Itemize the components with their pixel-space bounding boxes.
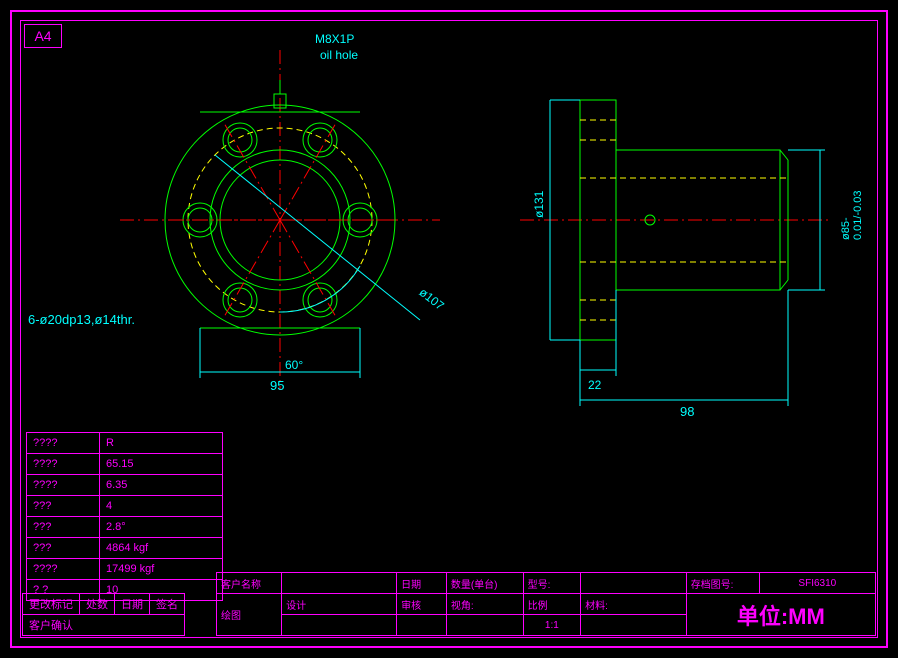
dim-85: ø85-0.01/-0.03	[840, 182, 864, 240]
sheet-size: A4	[34, 28, 51, 44]
dim-22: 22	[588, 378, 601, 392]
spec-value: 65.15	[100, 454, 223, 475]
tb-scale: 比例	[523, 594, 581, 615]
spec-value: 2.8°	[100, 517, 223, 538]
spec-value: 4864 kgf	[100, 538, 223, 559]
tb-material: 材料:	[581, 594, 687, 615]
tb-archive: 存档图号:	[686, 573, 759, 594]
spec-table: ????R????65.15????6.35???4???2.8°???4864…	[26, 432, 223, 601]
changes-table: 更改标记 处数 日期 签名 客户确认	[22, 593, 185, 636]
tb-date: 日期	[397, 573, 447, 594]
spec-value: 17499 kgf	[100, 559, 223, 580]
spec-label: ????	[27, 475, 100, 496]
tb-review: 审核	[397, 594, 447, 615]
tb-archive-val: SFI6310	[759, 573, 875, 594]
change-sign: 签名	[150, 594, 185, 615]
holes-note: 6-ø20dp13,ø14thr.	[28, 312, 135, 327]
customer-confirm: 客户确认	[23, 615, 185, 636]
oil-hole-label: oil hole	[320, 48, 358, 62]
dim-95: 95	[270, 378, 284, 393]
tb-scale-val: 1:1	[523, 615, 581, 636]
spec-label: ????	[27, 433, 100, 454]
tb-qty: 数量(单台)	[446, 573, 523, 594]
spec-label: ???	[27, 517, 100, 538]
tb-design: 设计	[282, 594, 397, 615]
tb-unit: 单位:MM	[686, 594, 875, 636]
tb-angle: 视角:	[446, 594, 523, 615]
tb-customer: 客户名称	[217, 573, 282, 594]
spec-label: ????	[27, 559, 100, 580]
spec-value: 4	[100, 496, 223, 517]
title-block: 客户名称 日期 数量(单台) 型号: 存档图号: SFI6310 绘图 设计 审…	[216, 572, 876, 636]
tb-drawing: 绘图	[217, 594, 282, 636]
dim-131: ø131	[532, 191, 546, 218]
thread-label: M8X1P	[315, 32, 354, 46]
spec-value: R	[100, 433, 223, 454]
drawing-frame: A4	[0, 0, 898, 658]
side-view	[520, 70, 870, 430]
change-mark: 更改标记	[23, 594, 80, 615]
spec-label: ???	[27, 538, 100, 559]
spec-value: 6.35	[100, 475, 223, 496]
change-loc: 处数	[80, 594, 115, 615]
spec-label: ???	[27, 496, 100, 517]
spec-label: ????	[27, 454, 100, 475]
change-date: 日期	[115, 594, 150, 615]
sheet-size-box: A4	[24, 24, 62, 48]
front-view	[100, 50, 460, 410]
dim-98: 98	[680, 404, 694, 419]
tb-model: 型号:	[523, 573, 581, 594]
dim-angle-60: 60°	[285, 358, 303, 372]
